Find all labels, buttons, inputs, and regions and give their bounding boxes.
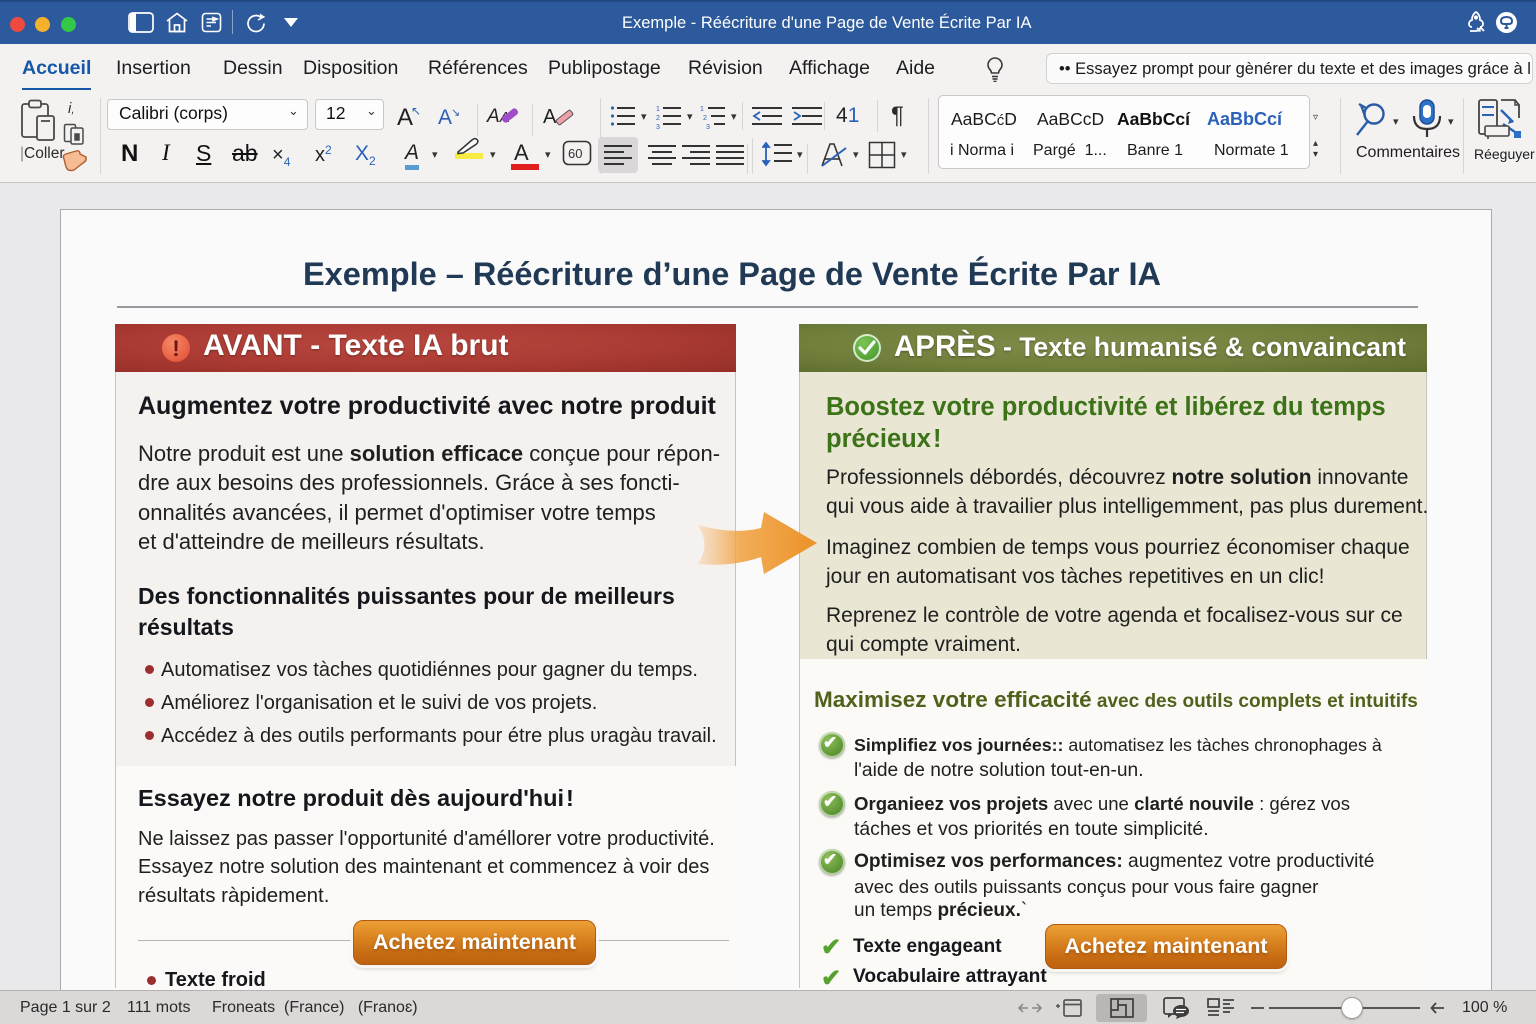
svg-text:1: 1	[700, 106, 704, 113]
svg-text:1: 1	[656, 106, 660, 113]
svg-text:2: 2	[703, 115, 707, 122]
svg-text:2: 2	[656, 115, 660, 122]
svg-text:3: 3	[706, 124, 710, 129]
svg-text:3: 3	[656, 124, 660, 129]
svg-text:60: 60	[568, 146, 582, 161]
